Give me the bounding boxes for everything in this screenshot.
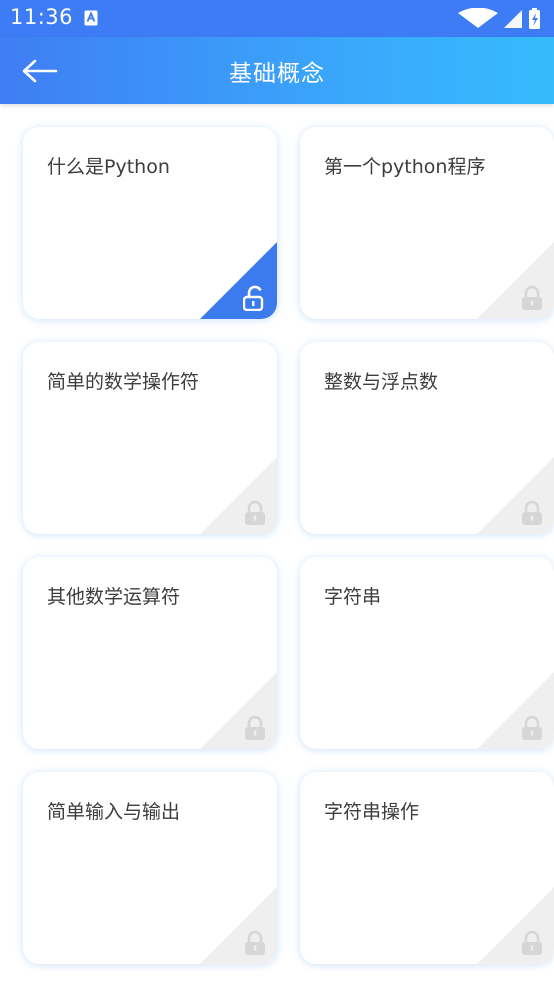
- app-bar: 基础概念: [0, 37, 554, 104]
- lesson-title: 整数与浮点数: [324, 371, 439, 393]
- lesson-card[interactable]: 第一个python程序: [300, 127, 554, 319]
- lock-icon: [522, 500, 542, 525]
- lesson-card[interactable]: 简单的数学操作符: [23, 342, 277, 534]
- signal-icon: [504, 10, 522, 28]
- lesson-title: 字符串操作: [324, 801, 420, 823]
- lesson-grid: 什么是Python 第一个python程序 简单的数学操作符 整数与浮点数 其他…: [0, 104, 554, 984]
- battery-icon: [529, 8, 540, 29]
- lesson-card[interactable]: 其他数学运算符: [23, 557, 277, 749]
- font-notification-icon: [84, 10, 98, 26]
- lesson-title: 简单输入与输出: [47, 801, 181, 823]
- lock-icon: [522, 930, 542, 955]
- status-time: 11:36: [10, 5, 74, 29]
- lock-icon: [522, 715, 542, 740]
- page-title: 基础概念: [229, 61, 325, 87]
- lesson-card[interactable]: 整数与浮点数: [300, 342, 554, 534]
- status-icons: [458, 8, 540, 29]
- lesson-card[interactable]: 字符串: [300, 557, 554, 749]
- lesson-card[interactable]: 简单输入与输出: [23, 772, 277, 964]
- lock-icon: [245, 930, 265, 955]
- lock-icon: [245, 500, 265, 525]
- lock-icon: [522, 285, 542, 310]
- lesson-title: 简单的数学操作符: [47, 371, 200, 393]
- lesson-card[interactable]: 字符串操作: [300, 772, 554, 964]
- lesson-title: 其他数学运算符: [47, 586, 181, 608]
- lesson-title: 什么是Python: [47, 156, 170, 178]
- lesson-title: 字符串: [324, 586, 382, 608]
- unlock-icon: [243, 285, 264, 311]
- lesson-title: 第一个python程序: [324, 156, 486, 178]
- wifi-icon: [458, 8, 498, 28]
- lesson-card[interactable]: 什么是Python: [23, 127, 277, 319]
- status-bar: 11:36: [0, 0, 554, 37]
- lock-icon: [245, 715, 265, 740]
